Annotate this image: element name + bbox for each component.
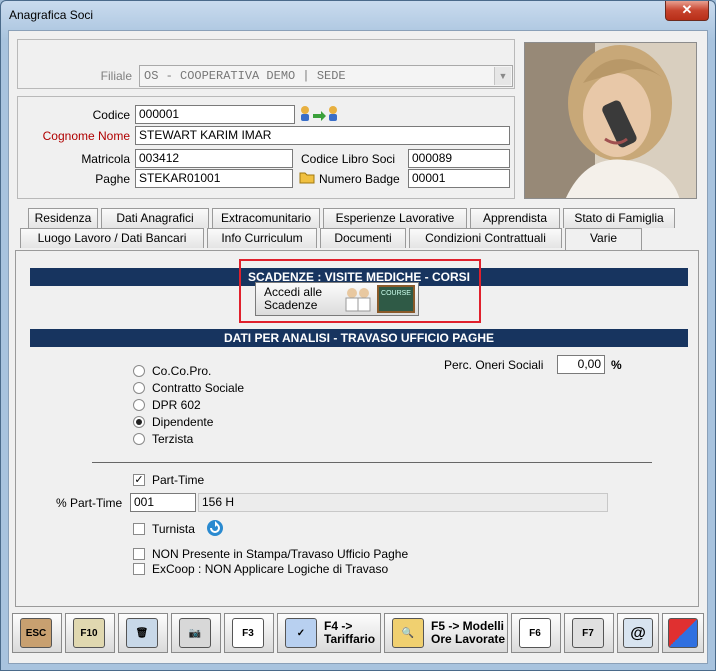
tab-apprendista[interactable]: Apprendista bbox=[470, 208, 560, 228]
at-icon: @ bbox=[623, 618, 653, 648]
filiale-group: Filiale OS - COOPERATIVA DEMO | SEDE ▼ bbox=[17, 39, 515, 89]
excoop-label: ExCoop : NON Applicare Logiche di Travas… bbox=[152, 562, 389, 576]
cognome-label: Cognome Nome bbox=[42, 129, 130, 143]
tab-condizioni-contrattuali[interactable]: Condizioni Contrattuali bbox=[409, 228, 562, 248]
chevron-down-icon[interactable]: ▼ bbox=[494, 67, 511, 85]
save-button[interactable]: F10 bbox=[65, 613, 115, 653]
camera-icon: 📷 bbox=[179, 618, 211, 648]
tab-documenti[interactable]: Documenti bbox=[320, 228, 406, 248]
user-transfer-icon[interactable] bbox=[299, 105, 339, 123]
turnista-checkbox[interactable] bbox=[133, 523, 145, 535]
filiale-select[interactable]: OS - COOPERATIVA DEMO | SEDE ▼ bbox=[139, 65, 513, 87]
tab-residenza[interactable]: Residenza bbox=[28, 208, 98, 228]
esc-button[interactable]: ESC bbox=[12, 613, 62, 653]
radio-label-dipendente: Dipendente bbox=[152, 415, 214, 429]
refresh-icon[interactable] bbox=[206, 519, 224, 537]
identity-group: Codice 000001 Cognome Nome STEWART KARIM… bbox=[17, 96, 515, 199]
save-disk-icon: F10 bbox=[73, 618, 105, 648]
list-icon: F6 bbox=[519, 618, 551, 648]
codice-field[interactable]: 000001 bbox=[135, 105, 295, 124]
parttime-checkbox[interactable]: ✓ bbox=[133, 474, 145, 486]
f5-line1: F5 -> Modelli bbox=[431, 619, 505, 633]
pct-parttime-label: % Part-Time bbox=[56, 496, 123, 510]
f5-line2: Ore Lavorate bbox=[431, 632, 506, 646]
nonpresente-label: NON Presente in Stampa/Travaso Ufficio P… bbox=[152, 547, 409, 561]
tab-varie[interactable]: Varie bbox=[565, 228, 642, 250]
matricola-field[interactable]: 003412 bbox=[135, 149, 293, 168]
tab-dati-anagrafici[interactable]: Dati Anagrafici bbox=[101, 208, 209, 228]
main-window: Anagrafica Soci ✕ Filiale OS - COOPERATI… bbox=[0, 0, 716, 671]
trash-icon: 🗑 bbox=[126, 618, 158, 648]
folder-search-icon: 🔍 bbox=[392, 618, 424, 648]
modelli-ore-button[interactable]: 🔍 F5 -> Modelli Ore Lavorate bbox=[384, 613, 508, 653]
print-button[interactable]: F7 bbox=[564, 613, 614, 653]
puzzle-button[interactable] bbox=[662, 613, 704, 653]
filiale-label: Filiale bbox=[100, 69, 132, 83]
cognome-field[interactable]: STEWART KARIM IMAR bbox=[135, 126, 510, 145]
tariffario-label: F4 -> Tariffario bbox=[324, 620, 375, 646]
tab-extracomunitario[interactable]: Extracomunitario bbox=[212, 208, 320, 228]
perc-oneri-label: Perc. Oneri Sociali bbox=[444, 358, 544, 372]
tab-stato-famiglia[interactable]: Stato di Famiglia bbox=[563, 208, 675, 228]
parttime-label: Part-Time bbox=[152, 473, 205, 487]
modelli-ore-label: F5 -> Modelli Ore Lavorate bbox=[431, 620, 505, 646]
excoop-checkbox[interactable] bbox=[133, 563, 145, 575]
perc-oneri-field[interactable]: 0,00 bbox=[557, 355, 605, 374]
libro-soci-label: Codice Libro Soci bbox=[301, 152, 396, 166]
camera-button[interactable]: 📷 bbox=[171, 613, 221, 653]
note-button[interactable]: F3 bbox=[224, 613, 274, 653]
analisi-header: DATI PER ANALISI - TRAVASO UFFICIO PAGHE bbox=[30, 329, 688, 347]
tab-info-curriculum[interactable]: Info Curriculum bbox=[207, 228, 317, 248]
radio-cocopro[interactable] bbox=[133, 365, 145, 377]
libro-soci-field[interactable]: 000089 bbox=[408, 149, 510, 168]
folder-icon[interactable] bbox=[299, 169, 315, 185]
delete-button[interactable]: 🗑 bbox=[118, 613, 168, 653]
badge-label: Numero Badge bbox=[319, 172, 400, 186]
tariffario-button[interactable]: ✓ F4 -> Tariffario bbox=[277, 613, 381, 653]
note-icon: F3 bbox=[232, 618, 264, 648]
perc-unit: % bbox=[611, 358, 622, 372]
radio-label-terzista: Terzista bbox=[152, 432, 194, 446]
turnista-label: Turnista bbox=[152, 522, 195, 536]
pct-parttime-code-field[interactable]: 001 bbox=[130, 493, 196, 512]
codice-label: Codice bbox=[92, 108, 130, 122]
radio-label-cocopro: Co.Co.Pro. bbox=[152, 364, 212, 378]
radio-label-contratto-sociale: Contratto Sociale bbox=[152, 381, 245, 395]
filiale-value: OS - COOPERATIVA DEMO | SEDE bbox=[144, 69, 346, 83]
nonpresente-checkbox[interactable] bbox=[133, 548, 145, 560]
highlight-box bbox=[239, 259, 481, 323]
tab-esperienze-lavorative[interactable]: Esperienze Lavorative bbox=[323, 208, 467, 228]
title-bar: Anagrafica Soci ✕ bbox=[1, 1, 715, 29]
email-button[interactable]: @ bbox=[617, 613, 659, 653]
divider bbox=[92, 462, 652, 463]
radio-contratto-sociale[interactable] bbox=[133, 382, 145, 394]
paghe-label: Paghe bbox=[95, 172, 130, 186]
radio-terzista[interactable] bbox=[133, 433, 145, 445]
radio-dpr602[interactable] bbox=[133, 399, 145, 411]
radio-label-dpr602: DPR 602 bbox=[152, 398, 201, 412]
badge-field[interactable]: 00001 bbox=[408, 169, 510, 188]
tab-luogo-lavoro[interactable]: Luogo Lavoro / Dati Bancari bbox=[20, 228, 204, 248]
close-button[interactable]: ✕ bbox=[665, 1, 709, 21]
radio-dipendente[interactable] bbox=[133, 416, 145, 428]
printer-icon: F7 bbox=[572, 618, 604, 648]
pct-parttime-desc: 156 H bbox=[198, 493, 608, 512]
member-photo bbox=[524, 42, 697, 199]
varie-panel: SCADENZE : VISITE MEDICHE - CORSI Accedi… bbox=[15, 250, 699, 607]
puzzle-icon bbox=[668, 618, 698, 648]
matricola-label: Matricola bbox=[81, 152, 130, 166]
exit-door-icon: ESC bbox=[20, 618, 52, 648]
client-area: Filiale OS - COOPERATIVA DEMO | SEDE ▼ C… bbox=[8, 30, 708, 664]
f4-line2: Tariffario bbox=[324, 632, 376, 646]
checklist-icon: ✓ bbox=[285, 618, 317, 648]
f4-line1: F4 -> bbox=[324, 619, 353, 633]
paghe-field[interactable]: STEKAR01001 bbox=[135, 169, 293, 188]
window-title: Anagrafica Soci bbox=[9, 8, 94, 22]
list-button[interactable]: F6 bbox=[511, 613, 561, 653]
bottom-toolbar: ESC F10 🗑 📷 F3 ✓ F4 -> Tariffario 🔍 F5 ->… bbox=[9, 609, 707, 663]
